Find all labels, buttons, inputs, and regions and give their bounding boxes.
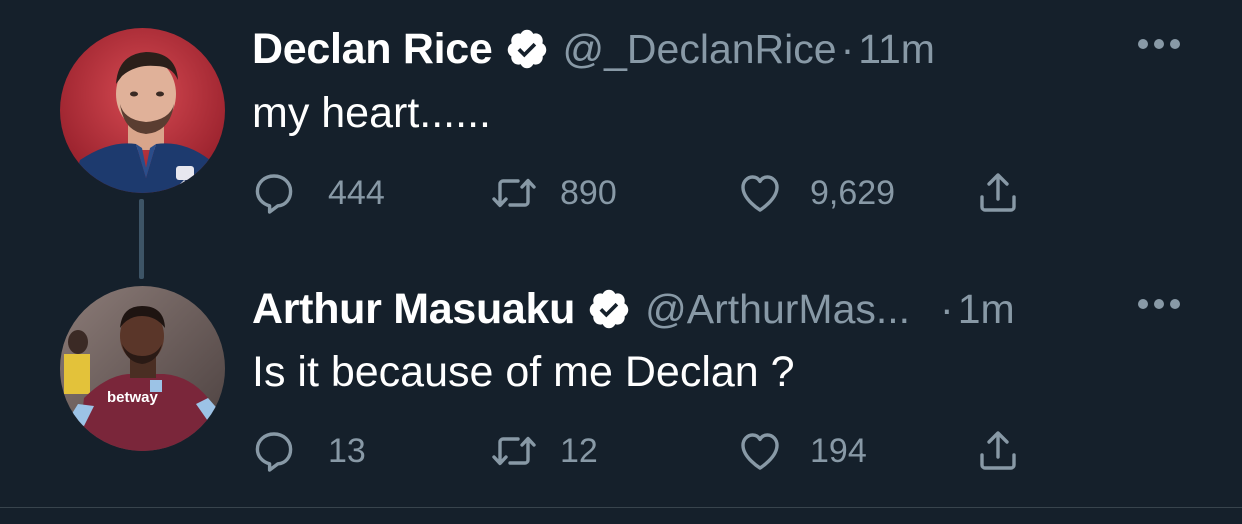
like-button[interactable]: 194 xyxy=(736,426,867,476)
divider xyxy=(0,507,1242,508)
avatar[interactable]: betway xyxy=(60,286,225,451)
tweet-arthur-masuaku[interactable]: betway Arthur Masuaku @ArthurMas... · 1m… xyxy=(0,260,1242,510)
avatar-photo: betway xyxy=(60,286,225,451)
display-name[interactable]: Declan Rice xyxy=(252,25,493,74)
share-button[interactable] xyxy=(974,168,1022,218)
reply-count: 444 xyxy=(328,173,385,212)
separator-dot: · xyxy=(940,285,954,332)
user-handle[interactable]: @ArthurMas... xyxy=(645,286,910,333)
retweet-count: 12 xyxy=(560,431,598,470)
reply-button[interactable]: 444 xyxy=(250,168,385,218)
share-icon xyxy=(980,431,1016,470)
display-name[interactable]: Arthur Masuaku xyxy=(252,285,575,334)
verified-badge-icon xyxy=(507,29,546,69)
like-count: 194 xyxy=(810,431,867,470)
tweet-text: my heart...... xyxy=(252,89,491,137)
reply-button[interactable]: 13 xyxy=(250,426,366,476)
heart-icon xyxy=(741,433,779,470)
retweet-button[interactable]: 12 xyxy=(490,426,598,476)
separator-dot: · xyxy=(840,25,855,72)
like-button[interactable]: 9,629 xyxy=(736,168,895,218)
tweet-header: Arthur Masuaku @ArthurMas... · 1m xyxy=(252,279,1182,339)
action-bar: 13 12 194 xyxy=(250,426,1050,476)
action-bar: 444 890 9,629 xyxy=(250,168,1050,218)
reply-icon xyxy=(255,432,293,472)
jersey-sponsor-text: betway xyxy=(107,389,159,406)
tweet-declan-rice[interactable]: Declan Rice @_DeclanRice · 11m my heart.… xyxy=(0,0,1242,279)
reply-icon xyxy=(255,174,293,214)
retweet-count: 890 xyxy=(560,173,617,212)
heart-icon xyxy=(741,175,779,212)
reply-count: 13 xyxy=(328,431,366,470)
share-button[interactable] xyxy=(974,426,1022,476)
avatar[interactable] xyxy=(60,28,225,193)
retweet-button[interactable]: 890 xyxy=(490,168,617,218)
verified-badge-icon xyxy=(589,289,629,329)
user-handle[interactable]: @_DeclanRice xyxy=(563,26,837,73)
like-count: 9,629 xyxy=(810,173,896,212)
retweet-icon xyxy=(492,178,536,208)
retweet-icon xyxy=(492,436,536,466)
timestamp[interactable]: 11m xyxy=(858,26,935,73)
more-options-icon[interactable] xyxy=(1136,297,1182,311)
share-icon xyxy=(980,173,1016,212)
timestamp[interactable]: 1m xyxy=(958,286,1015,333)
avatar-photo xyxy=(60,28,225,193)
more-options-icon[interactable] xyxy=(1136,37,1182,51)
tweet-header: Declan Rice @_DeclanRice · 11m xyxy=(252,19,1182,79)
tweet-text: Is it because of me Declan ? xyxy=(252,348,795,396)
